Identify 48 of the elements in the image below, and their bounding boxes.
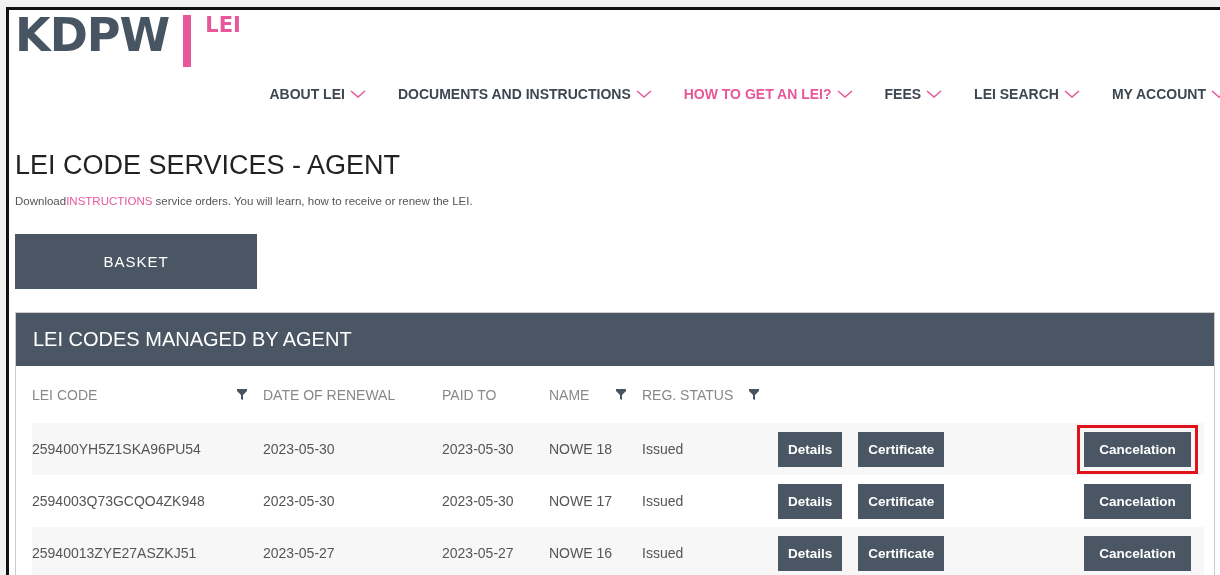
cancelation-button[interactable]: Cancelation (1084, 431, 1191, 467)
details-button[interactable]: Details (778, 431, 843, 467)
column-heading[interactable]: DATE OF RENEWAL (263, 386, 396, 403)
cancelation-button[interactable]: Cancelation (1084, 483, 1191, 519)
table-cell: 25940013ZYE27ASZKJ51 (32, 545, 197, 561)
details-button[interactable]: Details (778, 483, 843, 519)
certificate-button[interactable]: Certificate (858, 431, 945, 467)
table-cell: 2594003Q73GCQO4ZK948 (32, 493, 205, 509)
filter-icon[interactable] (749, 389, 760, 400)
chevron-down-icon (836, 89, 853, 99)
chevron-down-icon (349, 89, 366, 99)
filter-icon[interactable] (616, 389, 626, 400)
table-cell: 2023-05-30 (263, 441, 335, 457)
nav-menu-item[interactable]: LEI SEARCH (974, 86, 1080, 102)
nav-menu-item[interactable]: ABOUT LEI (269, 86, 366, 102)
chevron-down-icon (635, 89, 652, 99)
nav-menu-item[interactable]: MY ACCOUNT (1111, 86, 1220, 102)
table-cell: 259400YH5Z1SKA96PU54 (32, 441, 201, 457)
table-cell: Issued (642, 545, 684, 561)
table-cell: 2023-05-27 (442, 545, 514, 561)
nav-menu-item[interactable]: DOCUMENTS AND INSTRUCTIONS (397, 86, 652, 102)
table-cell: Issued (642, 441, 684, 457)
filter-icon[interactable] (237, 389, 247, 400)
certificate-button[interactable]: Certificate (858, 483, 945, 519)
column-heading[interactable]: NAME (549, 386, 590, 403)
logo-wordmark[interactable]: KDPW (15, 12, 170, 58)
details-button[interactable]: Details (778, 535, 843, 571)
table-cell: NOWE 17 (549, 493, 612, 509)
table-title: LEI CODES MANAGED BY AGENT (33, 328, 352, 351)
table-cell: NOWE 18 (549, 441, 612, 457)
table-cell: 2023-05-30 (442, 493, 514, 509)
column-heading[interactable]: LEI CODE (32, 386, 98, 403)
chevron-down-icon (926, 89, 943, 99)
basket-button[interactable]: BASKET (15, 234, 257, 289)
column-heading[interactable]: PAID TO (442, 386, 497, 403)
nav-menu-item[interactable]: FEES (884, 86, 943, 102)
table-cell: 2023-05-30 (263, 493, 335, 509)
chevron-down-icon (1063, 89, 1080, 99)
table-cell: NOWE 16 (549, 545, 612, 561)
table-cell: 2023-05-27 (263, 545, 335, 561)
table-cell: 2023-05-30 (442, 441, 514, 457)
instructions-link[interactable]: INSTRUCTIONS (66, 195, 153, 207)
certificate-button[interactable]: Certificate (858, 535, 945, 571)
page-title: LEI CODE SERVICES - AGENT (15, 150, 402, 181)
intro-text: DownloadINSTRUCTIONS service orders. You will learn, how to receive or renew the LEI. (15, 195, 474, 207)
column-heading[interactable]: REG. STATUS (642, 386, 734, 403)
cancelation-button[interactable]: Cancelation (1084, 535, 1191, 571)
table-cell: Issued (642, 493, 684, 509)
